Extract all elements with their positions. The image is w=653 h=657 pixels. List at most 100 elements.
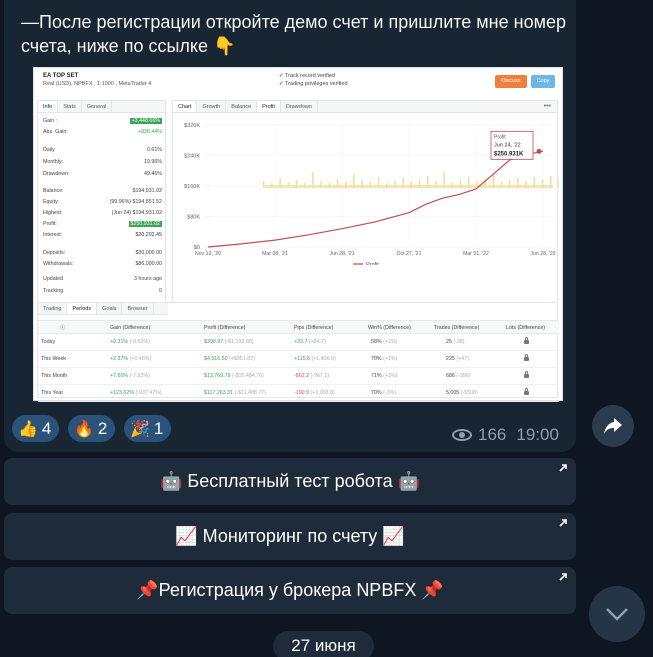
profit-point xyxy=(536,148,542,154)
stat-label: Abs. Gain: xyxy=(43,129,68,135)
tab-profit[interactable]: Profit xyxy=(257,101,281,112)
tab-balance[interactable]: Balance xyxy=(226,101,258,112)
message-meta: 166 19:00 xyxy=(452,425,559,445)
stat-value: 49.46% xyxy=(144,171,162,177)
stat-label: Drawdown: xyxy=(43,171,70,177)
periods-panel: Trading Periods Goals Browser ⓘ Gain (Di… xyxy=(37,302,559,402)
stat-row: Deposits: $30,000.00 xyxy=(43,250,162,256)
cell-pips: +33.7 xyxy=(294,339,308,345)
check-icon: ✔ xyxy=(279,81,284,87)
stat-value: (99.96%) $194,851.52 xyxy=(109,199,162,205)
message-time: 19:00 xyxy=(516,425,559,444)
col-gain: Gain (Difference) xyxy=(110,325,151,331)
x-tick-label: Oct 27, '21 xyxy=(397,251,422,257)
col-lots: Lots (Difference) xyxy=(506,325,546,331)
tooltip-title: Profit xyxy=(494,134,506,140)
tab-chart[interactable]: Chart xyxy=(173,101,198,112)
stat-value: 0.61% xyxy=(146,147,162,153)
table-cell: -190.9 (+1,093.8) xyxy=(294,385,335,402)
tab-periods[interactable]: Periods xyxy=(67,303,98,314)
periods-tabs: Trading Periods Goals Browser xyxy=(38,303,168,315)
discuss-button[interactable]: Discuss xyxy=(495,75,527,88)
more-options-icon[interactable]: ••• xyxy=(544,103,551,110)
cell-profit-d: (+$951.87) xyxy=(229,356,255,362)
stat-value: 0 xyxy=(159,288,162,294)
broker-registration-button[interactable]: 📌Регистрация у брокера NPBFX 📌 xyxy=(4,567,576,614)
cell-period: This Year xyxy=(41,390,64,396)
external-link-icon xyxy=(559,464,567,472)
stat-label: Profit: xyxy=(43,221,57,227)
lock-icon xyxy=(524,385,529,402)
cell-pips-d: (+84.7) xyxy=(308,339,326,345)
stat-value: $20,202.45 xyxy=(135,232,162,238)
share-button[interactable] xyxy=(592,405,634,447)
tab-browser[interactable]: Browser xyxy=(122,303,154,314)
table-row: This Week +2.37% (+0.46%) $4,516.50 (+$951… xyxy=(38,351,559,368)
stat-label: Updated xyxy=(43,276,64,282)
free-robot-test-button[interactable]: 🤖 Бесплатный тест робота 🤖 xyxy=(4,458,576,505)
stat-row: Tracking 0 xyxy=(43,288,162,294)
cell-gain: +0.31% xyxy=(110,339,129,345)
cell-trades-d: (+47) xyxy=(456,356,469,362)
lock-icon xyxy=(524,351,529,368)
cell-period: Today xyxy=(41,339,56,345)
date-separator: 27 июня xyxy=(273,631,374,657)
cell-period: This Month xyxy=(41,373,68,379)
tooltip-value: $250.931K xyxy=(494,151,524,157)
check-icon: ✔ xyxy=(279,73,284,79)
stat-value: (Jun 24) $194,931.02 xyxy=(111,210,162,216)
table-cell: 225 (+47) xyxy=(446,351,469,368)
cell-trades-d: (-38) xyxy=(453,339,465,345)
table-cell: This Month xyxy=(41,368,67,385)
tab-goals[interactable]: Goals xyxy=(97,303,123,314)
cell-pips-d: (-967.1) xyxy=(310,373,330,379)
cell-win-d: (-3%) xyxy=(383,390,397,396)
thumbs-up-icon: 👍 xyxy=(18,420,38,438)
reaction-thumbs-up[interactable]: 👍 4 xyxy=(12,415,60,442)
scroll-down-button[interactable] xyxy=(589,586,645,642)
tab-drawdown[interactable]: Drawdown xyxy=(281,101,318,112)
cell-trades-d: (-5508) xyxy=(460,390,478,396)
x-tick-label: Jun 28, '21 xyxy=(329,251,354,257)
legend-label: Profit xyxy=(366,262,379,265)
info-icon: ⓘ xyxy=(60,325,66,331)
stat-row: Abs. Gain: +836.44% xyxy=(43,129,162,135)
x-tick-label: Mar 01, '22 xyxy=(463,251,489,257)
fire-icon: 🔥 xyxy=(74,420,94,438)
stat-label: Balance: xyxy=(43,188,64,194)
stats-tabs: Info Stats General xyxy=(38,101,165,113)
table-cell: +7.60% (-7.93%) xyxy=(110,368,150,385)
stat-value: 19.96% xyxy=(144,159,162,165)
stat-label: Withdrawals: xyxy=(43,261,74,267)
tab-growth[interactable]: Growth xyxy=(197,101,227,112)
cell-win: 70% xyxy=(371,390,382,396)
col-trades: Trades (Difference) xyxy=(434,325,480,331)
cell-gain-d: (+0.46%) xyxy=(129,356,152,362)
tab-stats[interactable]: Stats xyxy=(58,101,82,112)
col-pips: Pips (Difference) xyxy=(294,325,334,331)
cell-trades: 25 xyxy=(446,339,452,345)
reaction-fire[interactable]: 🔥 2 xyxy=(68,415,116,442)
cell-gain-d: (-0.62%) xyxy=(129,339,150,345)
table-cell: Today xyxy=(41,334,55,351)
cell-profit-d: (-$11,488.77) xyxy=(234,390,266,396)
cell-gain: +7.60% xyxy=(110,373,129,379)
attached-screenshot[interactable]: EA TOP SET Real (USD), NPBFX , 1:1000 , … xyxy=(33,67,563,402)
tab-trading[interactable]: Trading xyxy=(38,303,68,314)
stat-row: Highest: (Jun 24) $194,931.02 xyxy=(43,210,162,216)
table-cell: $117,263.31 (-$11,488.77) xyxy=(204,385,266,402)
profit-series-line xyxy=(207,150,544,248)
table-cell: $4,516.50 (+$951.87) xyxy=(204,351,255,368)
account-monitoring-button[interactable]: 📈 Мониторинг по счету 📈 xyxy=(4,513,576,560)
message-bubble: —После регистрации откройте демо счет и … xyxy=(4,0,576,452)
table-cell: 5,005 (-5508) xyxy=(446,385,478,402)
reaction-party[interactable]: 🎉 1 xyxy=(124,415,172,442)
cell-gain: +2.37% xyxy=(110,356,129,362)
copy-button[interactable]: Copy xyxy=(531,75,555,88)
cell-win: 70% xyxy=(371,356,382,362)
lock-icon xyxy=(524,368,529,385)
tab-general[interactable]: General xyxy=(82,101,113,112)
button-label: 🤖 Бесплатный тест робота 🤖 xyxy=(160,471,420,491)
tab-info[interactable]: Info xyxy=(38,101,59,112)
table-cell: 70% (-3%) xyxy=(371,385,396,402)
